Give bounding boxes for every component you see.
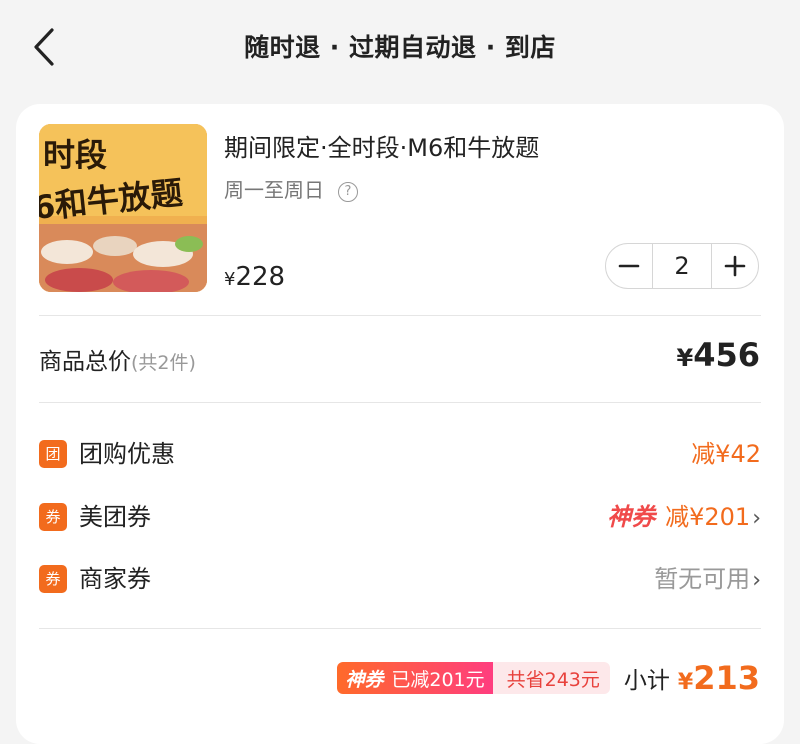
product-subtitle: 周一至周日 bbox=[224, 178, 324, 202]
chevron-right-icon: › bbox=[752, 506, 761, 531]
discount-value-wrap: 暂无可用› bbox=[654, 562, 761, 598]
price-currency: ¥ bbox=[224, 269, 236, 290]
discount-label: 团购优惠 bbox=[79, 440, 175, 468]
subtotal-amount: ¥213 bbox=[678, 659, 760, 697]
item-count-note: (共2件) bbox=[131, 352, 196, 374]
discount-value: 减¥42 bbox=[691, 440, 761, 468]
discount-label: 美团券 bbox=[79, 503, 151, 531]
order-card: 时段 6和牛放题 期间限定·全时段·M6和牛放题 周一至周日? ¥228 2 商… bbox=[16, 104, 784, 744]
increment-button[interactable] bbox=[712, 244, 758, 288]
coupon-badge-icon: 券 bbox=[39, 565, 67, 593]
subtotal-currency: ¥ bbox=[677, 670, 694, 695]
divider bbox=[39, 402, 761, 403]
discount-label: 商家券 bbox=[79, 565, 151, 593]
discount-value: 减¥201 bbox=[665, 503, 751, 531]
divider bbox=[39, 628, 761, 629]
subtotal-value: 213 bbox=[693, 659, 760, 697]
coupon-badge-icon: 券 bbox=[39, 503, 67, 531]
reduced-tag: 神券 已减201元 bbox=[337, 662, 493, 694]
subtotal-bar: 神券 已减201元 共省243元 小计 ¥213 bbox=[337, 659, 760, 697]
group-badge-icon: 团 bbox=[39, 440, 67, 468]
page-title: 随时退 · 过期自动退 · 到店 bbox=[244, 33, 556, 62]
goods-total-amount: ¥456 bbox=[677, 336, 761, 374]
total-value: 456 bbox=[693, 336, 760, 374]
divider bbox=[39, 315, 761, 316]
chevron-right-icon: › bbox=[752, 568, 761, 593]
product-name: 期间限定·全时段·M6和牛放题 bbox=[224, 134, 540, 162]
plus-icon bbox=[724, 255, 746, 277]
discount-value: 暂无可用 bbox=[654, 565, 751, 593]
quantity-stepper: 2 bbox=[605, 243, 759, 289]
goods-total-label: 商品总价(共2件) bbox=[39, 342, 196, 376]
shenquan-tag: 神券 bbox=[345, 668, 384, 691]
decrement-button[interactable] bbox=[606, 244, 652, 288]
product-price: ¥228 bbox=[224, 262, 285, 292]
header: 随时退 · 过期自动退 · 到店 bbox=[0, 0, 800, 95]
total-currency: ¥ bbox=[676, 344, 694, 372]
product-validity: 周一至周日? bbox=[224, 174, 358, 203]
discount-row-merchant-coupon[interactable]: 券 商家券 暂无可用› bbox=[39, 562, 761, 596]
price-value: 228 bbox=[235, 262, 286, 292]
discount-row-meituan-coupon[interactable]: 券 美团券 神券 减¥201› bbox=[39, 500, 761, 534]
saved-tag: 共省243元 bbox=[492, 662, 610, 694]
goods-total-text: 商品总价 bbox=[39, 349, 131, 375]
quantity-value[interactable]: 2 bbox=[652, 244, 712, 288]
savings-pill: 神券 已减201元 共省243元 bbox=[337, 662, 610, 694]
discount-row-groupbuy: 团 团购优惠 减¥42 bbox=[39, 437, 761, 471]
minus-icon bbox=[618, 264, 640, 268]
help-icon[interactable]: ? bbox=[338, 182, 358, 202]
subtotal-label: 小计 bbox=[623, 668, 670, 694]
discount-value-wrap: 神券 减¥201› bbox=[607, 500, 761, 536]
reduced-amount: 已减201元 bbox=[391, 668, 485, 691]
thumb-text-line1: 时段 bbox=[43, 136, 107, 174]
shenquan-tag: 神券 bbox=[607, 503, 656, 531]
product-thumbnail[interactable]: 时段 6和牛放题 bbox=[39, 124, 207, 292]
